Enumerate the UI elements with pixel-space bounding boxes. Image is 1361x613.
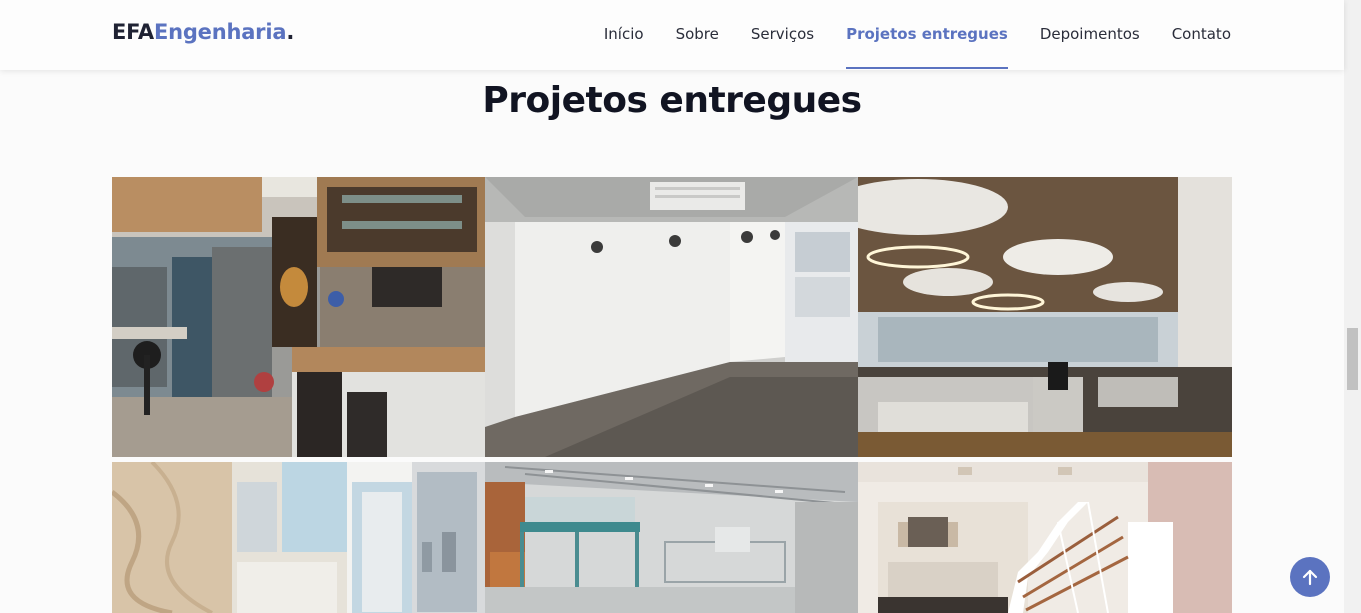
site-header: EFAEngenharia. Início Sobre Serviços Pro… bbox=[0, 0, 1344, 70]
nav-item-inicio[interactable]: Início bbox=[604, 0, 644, 70]
project-image-bathroom[interactable] bbox=[112, 462, 485, 613]
page-scrollbar[interactable] bbox=[1344, 0, 1361, 613]
back-to-top-button[interactable] bbox=[1290, 557, 1330, 597]
logo-prefix: EFA bbox=[112, 20, 154, 44]
nav-item-sobre[interactable]: Sobre bbox=[676, 0, 719, 70]
scrollbar-thumb[interactable] bbox=[1347, 328, 1358, 390]
project-image-loft[interactable] bbox=[858, 462, 1232, 613]
main-nav: Início Sobre Serviços Projetos entregues… bbox=[572, 0, 1231, 70]
nav-item-contato[interactable]: Contato bbox=[1172, 0, 1231, 70]
logo-suffix: . bbox=[286, 20, 295, 44]
project-image-warehouse[interactable] bbox=[485, 462, 858, 613]
project-image-empty-room[interactable] bbox=[485, 177, 858, 457]
nav-item-depoimentos[interactable]: Depoimentos bbox=[1040, 0, 1140, 70]
project-image-office[interactable] bbox=[858, 177, 1232, 457]
project-image-apartment-kitchen[interactable] bbox=[112, 177, 485, 457]
nav-item-servicos[interactable]: Serviços bbox=[751, 0, 814, 70]
nav-item-projetos-entregues[interactable]: Projetos entregues bbox=[846, 0, 1008, 70]
site-logo[interactable]: EFAEngenharia. bbox=[112, 20, 294, 44]
logo-accent: Engenharia bbox=[153, 20, 287, 44]
section-title: Projetos entregues bbox=[482, 80, 862, 121]
arrow-up-icon bbox=[1302, 569, 1318, 586]
